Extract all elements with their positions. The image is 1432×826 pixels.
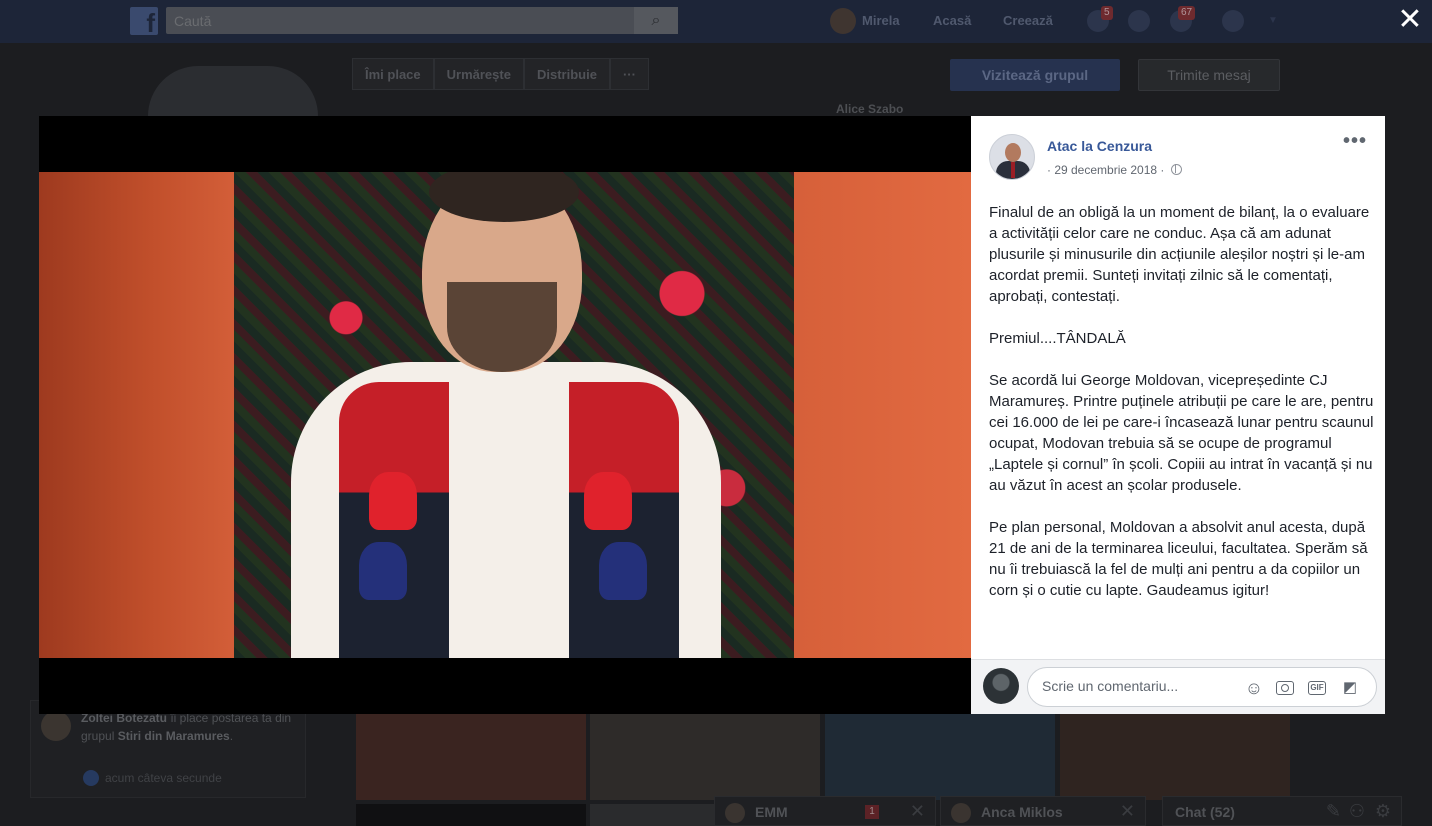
visit-group-button[interactable]: Vizitează grupul xyxy=(950,59,1120,91)
group-cover-avatar xyxy=(148,66,318,116)
post-date[interactable]: · 29 decembrie 2018 · xyxy=(1047,163,1182,177)
send-message-button[interactable]: Trimite mesaj xyxy=(1138,59,1280,91)
comment-box[interactable]: ☺ GIF ◩ xyxy=(1027,667,1377,707)
group-photo-thumb[interactable] xyxy=(356,714,586,800)
search-field[interactable]: Caută ⌕ xyxy=(166,7,678,34)
nav-home[interactable]: Acasă xyxy=(933,13,971,28)
sticker-icon[interactable]: ◩ xyxy=(1340,678,1360,698)
photo-stage[interactable] xyxy=(39,116,971,714)
camera-icon[interactable] xyxy=(1276,678,1296,698)
photo-beard xyxy=(447,282,557,372)
close-icon[interactable]: ✕ xyxy=(910,801,925,822)
group-chat-icon[interactable]: ⚇ xyxy=(1349,801,1365,822)
messenger-icon[interactable] xyxy=(1128,10,1150,32)
notification-time: acum câteva secunde xyxy=(105,771,222,785)
comment-input[interactable] xyxy=(1042,678,1232,694)
chat-tab-emm[interactable]: EMM 1 ✕ xyxy=(714,796,936,826)
photo-tassel xyxy=(599,542,647,600)
post-details-panel: Atac la Cenzura · 29 decembrie 2018 · ••… xyxy=(971,116,1385,714)
top-navigation-bar: f Caută ⌕ Mirela Acasă Creează 5 67 ▼ xyxy=(0,0,1432,43)
post-paragraph: Premiul....TÂNDALĂ xyxy=(989,330,1126,347)
photo-viewer: Atac la Cenzura · 29 decembrie 2018 · ••… xyxy=(39,116,1385,714)
help-icon[interactable] xyxy=(1222,10,1244,32)
group-photo-thumb[interactable] xyxy=(590,714,820,800)
search-icon[interactable]: ⌕ xyxy=(634,7,678,34)
friend-requests-badge: 5 xyxy=(1101,6,1113,20)
follow-button[interactable]: Urmărește xyxy=(433,58,524,90)
group-photo-thumb[interactable] xyxy=(1060,714,1290,800)
group-photo-thumb[interactable] xyxy=(356,804,586,826)
more-actions-button[interactable]: ··· xyxy=(609,58,649,90)
close-viewer-button[interactable]: ✕ xyxy=(1396,4,1424,36)
comment-composer: ☺ GIF ◩ xyxy=(971,659,1385,714)
gif-icon[interactable]: GIF xyxy=(1308,678,1328,698)
gear-icon[interactable]: ⚙ xyxy=(1375,801,1391,822)
chat-tab-anca-miklos[interactable]: Anca Miklos ✕ xyxy=(940,796,1146,826)
chat-avatar xyxy=(951,803,971,823)
chat-sidebar-tab[interactable]: Chat (52) ✎ ⚇ ⚙ xyxy=(1162,796,1402,826)
group-actions-bar: Îmi place Urmărește Distribuie ··· xyxy=(352,58,649,90)
chevron-down-icon[interactable]: ▼ xyxy=(1262,10,1284,32)
nav-create[interactable]: Creează xyxy=(1003,13,1053,28)
notifications-badge: 67 xyxy=(1178,6,1196,20)
unread-count-badge: 1 xyxy=(865,805,879,819)
post-paragraph: Se acordă lui George Moldovan, vicepreșe… xyxy=(989,372,1374,494)
like-button[interactable]: Îmi place xyxy=(352,58,434,90)
emoji-icon[interactable]: ☺ xyxy=(1244,678,1264,698)
page-name-link[interactable]: Atac la Cenzura xyxy=(1047,138,1152,154)
notification-avatar xyxy=(41,711,71,741)
post-photo[interactable] xyxy=(39,172,971,658)
photo-tassel xyxy=(369,472,417,530)
search-placeholder: Caută xyxy=(174,13,212,29)
close-icon[interactable]: ✕ xyxy=(1120,801,1135,822)
photo-tassel xyxy=(359,542,407,600)
post-paragraph: Pe plan personal, Moldovan a absolvit an… xyxy=(989,519,1368,599)
photo-tassel xyxy=(584,472,632,530)
post-text: Finalul de an obligă la un moment de bil… xyxy=(989,202,1374,622)
nav-profile-name[interactable]: Mirela xyxy=(862,13,900,28)
member-name[interactable]: Alice Szabo xyxy=(836,102,903,116)
group-photo-thumb[interactable] xyxy=(825,714,1055,800)
profile-avatar[interactable] xyxy=(830,8,856,34)
facebook-logo-icon[interactable]: f xyxy=(130,7,158,38)
share-button[interactable]: Distribuie xyxy=(523,58,610,90)
more-options-icon[interactable]: ••• xyxy=(1343,131,1367,154)
notification-text: Zoltei Botezatu îi place postarea ta din… xyxy=(81,711,292,743)
chat-avatar xyxy=(725,803,745,823)
page-avatar[interactable] xyxy=(989,134,1035,180)
notification-toast[interactable]: Zoltei Botezatu îi place postarea ta din… xyxy=(30,700,306,798)
post-paragraph: Finalul de an obligă la un moment de bil… xyxy=(989,204,1370,305)
new-message-icon[interactable]: ✎ xyxy=(1326,801,1341,822)
current-user-avatar xyxy=(983,668,1019,704)
globe-icon xyxy=(1170,164,1182,175)
